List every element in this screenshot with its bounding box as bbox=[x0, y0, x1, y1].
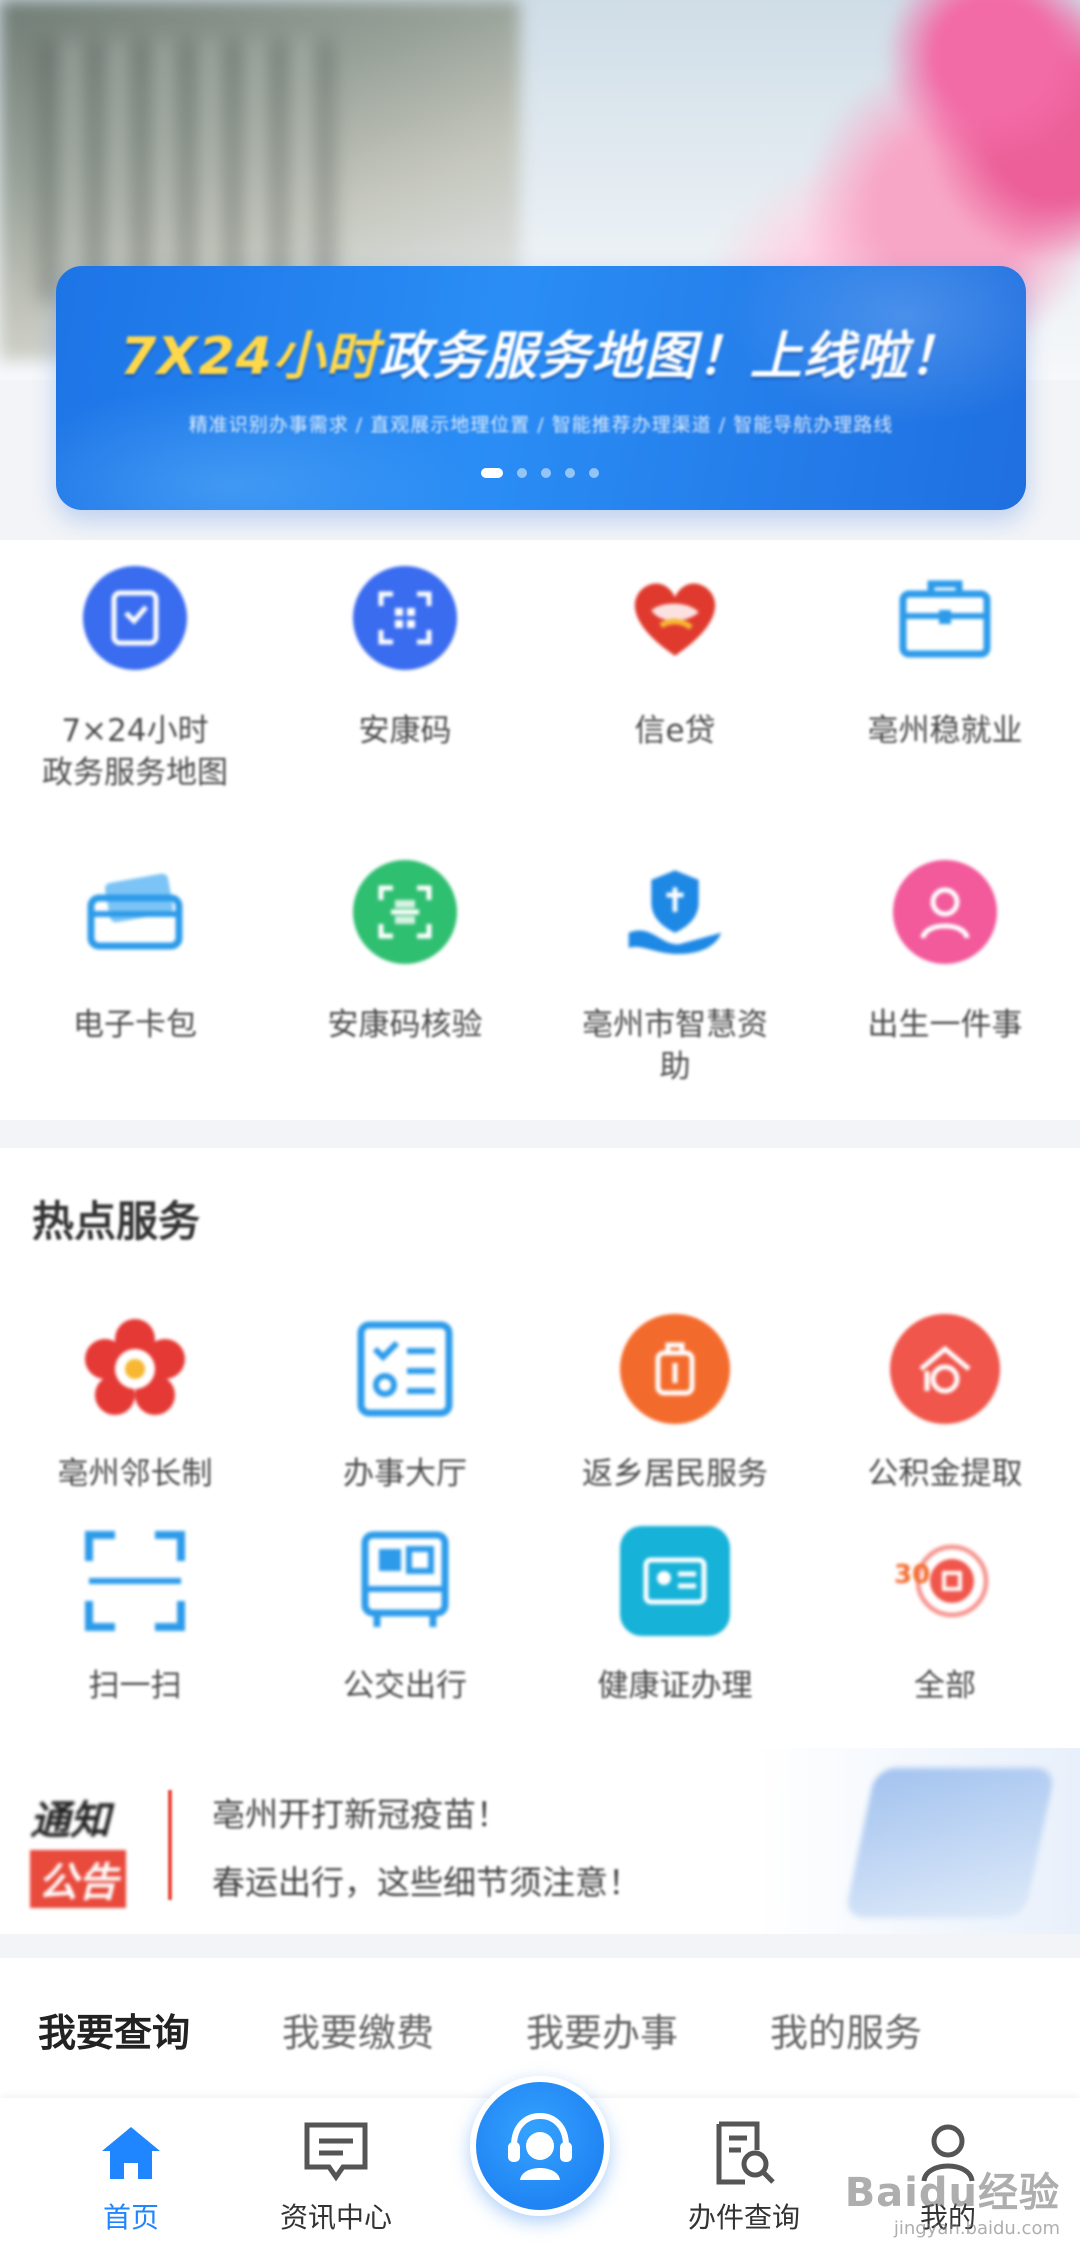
watermark: Baidu经验 jingyan.baidu.com bbox=[845, 2160, 1060, 2239]
carousel-dot[interactable] bbox=[541, 468, 551, 478]
banner-title-accent: 7X24小时 bbox=[120, 327, 379, 387]
hot-item-scan[interactable]: 扫一扫 bbox=[0, 1526, 270, 1705]
nav-label: 资讯中心 bbox=[279, 2201, 392, 2234]
quick-services-grid: 7×24小时 政务服务地图 安康码 信e贷 亳州稳就业 电子卡包 安康码核验 亳… bbox=[0, 540, 1080, 1120]
flower-emblem-icon bbox=[80, 1314, 190, 1424]
carousel-indicator bbox=[0, 468, 1080, 478]
nav-home[interactable]: 首页 bbox=[51, 2118, 211, 2236]
notice-item[interactable]: 亳州开打新冠疫苗！ bbox=[212, 1788, 509, 1836]
map-doc-icon bbox=[83, 566, 187, 670]
tab-query[interactable]: 我要查询 bbox=[38, 2002, 190, 2057]
hot-item-bus[interactable]: 公交出行 bbox=[270, 1526, 540, 1705]
service-map[interactable]: 7×24小时 政务服务地图 bbox=[0, 566, 270, 794]
hot-item-label: 全部 bbox=[914, 1668, 976, 1704]
hot-item-label: 公积金提取 bbox=[867, 1456, 1023, 1492]
tab-my-services[interactable]: 我的服务 bbox=[770, 2002, 922, 2057]
watermark-url: jingyan.baidu.com bbox=[893, 2218, 1060, 2239]
service-label: 出生一件事 bbox=[867, 1007, 1023, 1043]
notice-bar[interactable]: 通知 公告 亳州开打新冠疫苗！ 春运出行，这些细节须注意！ bbox=[0, 1748, 1080, 1934]
hot-item-label: 亳州邻长制 bbox=[57, 1456, 213, 1492]
service-label: 7×24小时 政务服务地图 bbox=[42, 713, 228, 791]
banner-subtitle: 精准识别办事需求 / 直观展示地理位置 / 智能推荐办理渠道 / 智能导航办理路… bbox=[188, 414, 894, 436]
service-smart-aid[interactable]: 亳州市智慧资 助 bbox=[540, 860, 810, 1088]
scan-icon bbox=[80, 1526, 190, 1636]
service-card-wallet[interactable]: 电子卡包 bbox=[0, 860, 270, 1046]
service-birth[interactable]: 出生一件事 bbox=[810, 860, 1080, 1046]
qr-verify-icon bbox=[353, 860, 457, 964]
svg-text:30: 30 bbox=[894, 1560, 930, 1590]
section-title: 热点服务 bbox=[32, 1197, 201, 1246]
banner-title-rest: 政务服务地图！上线啦！ bbox=[378, 327, 962, 387]
watermark-brand: Baidu经验 bbox=[844, 2170, 1060, 2216]
service-label: 安康码核验 bbox=[327, 1007, 483, 1043]
hot-item-all[interactable]: 30 全部 bbox=[810, 1526, 1080, 1705]
hot-item-label: 返乡居民服务 bbox=[582, 1456, 768, 1492]
nav-case-query[interactable]: 办件查询 bbox=[664, 2118, 824, 2236]
home-icon bbox=[96, 2118, 166, 2188]
service-ankang-verify[interactable]: 安康码核验 bbox=[270, 860, 540, 1046]
card-wallet-icon bbox=[83, 860, 187, 964]
carousel-dot[interactable] bbox=[565, 468, 575, 478]
nav-label: 首页 bbox=[102, 2201, 159, 2234]
notice-divider bbox=[168, 1790, 172, 1900]
carousel-dot[interactable] bbox=[589, 468, 599, 478]
nav-label: 办件查询 bbox=[687, 2201, 800, 2234]
all-apps-icon: 30 bbox=[890, 1526, 1000, 1636]
house-coin-icon bbox=[890, 1314, 1000, 1424]
hot-item-label: 扫一扫 bbox=[88, 1668, 182, 1704]
service-label: 信e贷 bbox=[634, 713, 716, 749]
banner-title: 7X24小时政务服务地图！上线啦！ bbox=[56, 314, 1026, 389]
notice-badge: 通知 公告 bbox=[30, 1788, 160, 1908]
hot-item-label: 办事大厅 bbox=[343, 1456, 467, 1492]
customer-service-button[interactable] bbox=[470, 2076, 610, 2216]
notice-badge-bottom: 公告 bbox=[30, 1850, 126, 1908]
tab-handle[interactable]: 我要办事 bbox=[526, 2002, 678, 2057]
notice-item[interactable]: 春运出行，这些细节须注意！ bbox=[212, 1856, 641, 1904]
customer-service-icon bbox=[508, 2112, 572, 2180]
doc-search-icon bbox=[709, 2118, 779, 2188]
service-label: 亳州市智慧资 助 bbox=[582, 1007, 768, 1085]
hot-item-label: 健康证办理 bbox=[597, 1668, 753, 1704]
hot-item-linzhang[interactable]: 亳州邻长制 bbox=[0, 1314, 270, 1493]
hot-item-health-cert[interactable]: 健康证办理 bbox=[540, 1526, 810, 1705]
tab-payment[interactable]: 我要缴费 bbox=[282, 2002, 434, 2057]
building-windows bbox=[40, 40, 340, 300]
service-ankang-code[interactable]: 安康码 bbox=[270, 566, 540, 752]
message-icon bbox=[301, 2118, 371, 2188]
qr-code-icon bbox=[353, 566, 457, 670]
nav-news[interactable]: 资讯中心 bbox=[256, 2118, 416, 2236]
briefcase-icon bbox=[893, 566, 997, 670]
carousel-dot[interactable] bbox=[517, 468, 527, 478]
service-label: 亳州稳就业 bbox=[867, 713, 1023, 749]
id-card-icon bbox=[620, 1526, 730, 1636]
checklist-icon bbox=[350, 1314, 460, 1424]
service-xin-e-dai[interactable]: 信e贷 bbox=[540, 566, 810, 752]
service-label: 电子卡包 bbox=[73, 1007, 197, 1043]
service-label: 安康码 bbox=[358, 713, 452, 749]
service-employment[interactable]: 亳州稳就业 bbox=[810, 566, 1080, 752]
hot-item-label: 公交出行 bbox=[343, 1668, 467, 1704]
hot-services-section: 热点服务 亳州邻长制 办事大厅 返乡居民服务 公积金提取 扫一扫 公交出行 健康… bbox=[0, 1148, 1080, 1748]
hot-item-housing-fund[interactable]: 公积金提取 bbox=[810, 1314, 1080, 1493]
person-icon bbox=[893, 860, 997, 964]
carousel-dot[interactable] bbox=[481, 468, 503, 478]
hot-item-hall[interactable]: 办事大厅 bbox=[270, 1314, 540, 1493]
bus-icon bbox=[350, 1526, 460, 1636]
notice-illustration bbox=[844, 1768, 1056, 1918]
luggage-icon bbox=[620, 1314, 730, 1424]
notice-badge-top: 通知 bbox=[30, 1798, 110, 1844]
shield-hand-icon bbox=[623, 860, 727, 964]
hot-item-returnees[interactable]: 返乡居民服务 bbox=[540, 1314, 810, 1493]
heart-hands-icon bbox=[623, 566, 727, 670]
